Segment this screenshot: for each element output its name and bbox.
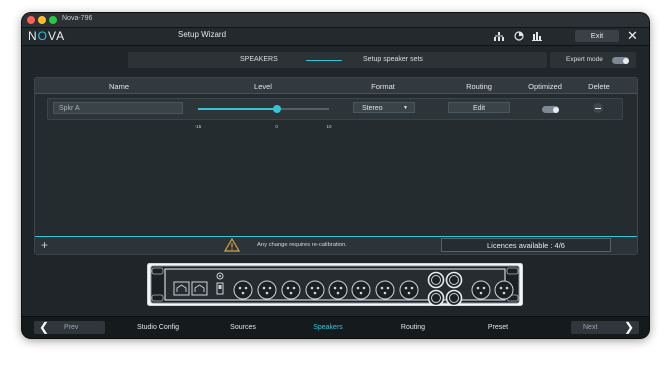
prev-button[interactable]: ❮ Prev (34, 320, 105, 334)
next-button[interactable]: Next ❯ (571, 320, 639, 334)
step-description: Setup speaker sets (363, 56, 423, 63)
chevron-down-icon: ▼ (403, 105, 408, 111)
routing-edit-button[interactable]: Edit (448, 102, 510, 113)
exit-button[interactable]: Exit (575, 30, 619, 42)
xlr-connector (494, 280, 514, 300)
level-slider[interactable]: -15 0 10 (195, 105, 332, 129)
xlr-connector (305, 280, 325, 300)
network-icon[interactable] (493, 30, 505, 42)
recalibration-warning: Any change requires re-calibration. (257, 242, 347, 248)
step-indicator: SPEAKERS Setup speaker sets (128, 52, 547, 68)
nav-sources[interactable]: Sources (230, 324, 256, 331)
combo-connector (427, 289, 445, 307)
app-window: Nova-796 NOVA Setup Wizard Exit ✕ SPEAKE… (22, 13, 649, 338)
zoom-window-button[interactable] (49, 16, 57, 24)
xlr-connector (375, 280, 395, 300)
licences-available: Licences available : 4/6 (441, 238, 611, 252)
column-routing: Routing (466, 82, 492, 91)
combo-connector (427, 271, 445, 289)
xlr-connector (351, 280, 371, 300)
close-window-button[interactable] (27, 16, 35, 24)
nav-speakers[interactable]: Speakers (313, 324, 343, 331)
xlr-connector (399, 280, 419, 300)
xlr-connector (281, 280, 301, 300)
format-select[interactable]: Stereo ▼ (353, 102, 415, 113)
level-tick-zero: 0 (275, 124, 278, 129)
table-footer: + Any change requires re-calibration. Li… (35, 236, 637, 254)
nova-logo: NOVA (28, 29, 66, 43)
table-header: Name Level Format Routing Optimized Dele… (35, 78, 637, 94)
column-delete: Delete (588, 82, 610, 91)
expert-mode-label: Expert mode (566, 56, 603, 63)
close-icon[interactable]: ✕ (627, 29, 638, 42)
table-row: Spkr A -15 0 10 Stereo ▼ Edit (47, 98, 623, 129)
column-name: Name (108, 82, 130, 91)
xlr-connector (471, 280, 491, 300)
expert-mode-toggle[interactable] (612, 57, 629, 64)
title-bar: Nova-796 (22, 13, 649, 28)
device-rear-panel (147, 263, 523, 307)
xlr-connector (328, 280, 348, 300)
bottom-navigation: ❮ Prev Studio Config Sources Speakers Ro… (22, 316, 649, 338)
nav-studio-config[interactable]: Studio Config (137, 324, 179, 331)
minimize-window-button[interactable] (38, 16, 46, 24)
speakers-table: Name Level Format Routing Optimized Dele… (34, 77, 638, 255)
xlr-connector (257, 280, 277, 300)
delete-speaker-button[interactable] (593, 103, 603, 113)
app-header: NOVA Setup Wizard Exit ✕ (22, 28, 649, 46)
level-slider-fill (198, 108, 277, 110)
page-title: Setup Wizard (178, 30, 227, 39)
nav-preset[interactable]: Preset (488, 324, 508, 331)
column-optimized: Optimized (528, 82, 562, 91)
chevron-right-icon: ❯ (624, 320, 635, 334)
expert-mode: Expert mode (550, 52, 636, 68)
xlr-connector (233, 280, 253, 300)
chevron-left-icon: ❮ (39, 320, 50, 334)
step-divider (306, 60, 342, 61)
optimized-toggle[interactable] (542, 106, 559, 113)
step-name: SPEAKERS (240, 56, 278, 63)
levels-icon[interactable] (531, 30, 543, 42)
level-tick-min: -15 (194, 124, 202, 129)
column-level: Level (254, 82, 272, 91)
window-title: Nova-796 (62, 15, 93, 22)
column-format: Format (371, 82, 395, 91)
combo-connector (445, 271, 463, 289)
warning-icon (223, 237, 241, 257)
level-slider-handle[interactable] (272, 105, 281, 113)
level-tick-max: 10 (326, 124, 332, 129)
calibration-icon[interactable] (513, 30, 525, 42)
combo-connector (445, 289, 463, 307)
plus-icon[interactable]: + (41, 238, 48, 252)
speaker-name-input[interactable]: Spkr A (53, 102, 183, 114)
nav-routing[interactable]: Routing (401, 324, 425, 331)
